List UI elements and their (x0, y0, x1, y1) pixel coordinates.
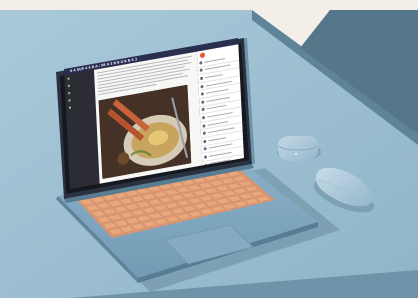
avatar-icon (201, 100, 205, 104)
folder-icon (68, 106, 72, 110)
avatar-icon (199, 68, 203, 73)
side-list (197, 52, 244, 166)
avatar-icon (201, 107, 205, 112)
list-item-text (205, 74, 223, 79)
list-item-text (208, 136, 227, 142)
avatar-icon (202, 123, 206, 128)
avatar-icon (200, 92, 204, 96)
avatar-icon (202, 131, 206, 136)
folder-icon (67, 84, 71, 88)
list-item-text (208, 151, 232, 157)
side-panel (196, 44, 244, 166)
avatar-icon (200, 76, 204, 81)
avatar-icon (200, 84, 204, 89)
list-item-text (205, 88, 229, 95)
avatar-icon (203, 139, 207, 144)
avatar-icon (199, 60, 203, 65)
list-item-text (207, 120, 229, 126)
brand-logo (199, 52, 206, 59)
earbuds-case (277, 136, 321, 161)
food-photo (98, 84, 192, 180)
article-view (93, 51, 203, 184)
avatar-icon (203, 147, 207, 151)
folder-icon (67, 77, 70, 81)
avatar-icon (202, 115, 206, 120)
list-item-text (206, 105, 226, 110)
folder-icon (68, 98, 71, 102)
list-item-text (204, 57, 226, 63)
avatar-icon (203, 155, 208, 159)
folder-icon (68, 91, 71, 95)
